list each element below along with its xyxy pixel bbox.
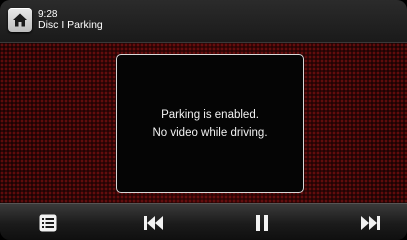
parking-message-box: Parking is enabled. No video while drivi… bbox=[116, 54, 304, 193]
source-label: Disc I Parking bbox=[38, 19, 103, 31]
previous-button[interactable] bbox=[124, 204, 184, 240]
pause-button[interactable] bbox=[232, 204, 292, 240]
home-icon bbox=[13, 13, 27, 27]
list-button[interactable] bbox=[18, 204, 78, 240]
status-text: 9:28 Disc I Parking bbox=[38, 9, 103, 31]
head-unit-screen: 9:28 Disc I Parking Parking is enabled. … bbox=[0, 0, 407, 240]
message-line-2: No video while driving. bbox=[152, 126, 268, 139]
playback-controls bbox=[0, 203, 407, 240]
message-line-1: Parking is enabled. bbox=[161, 108, 259, 121]
skip-next-icon bbox=[361, 215, 380, 230]
next-button[interactable] bbox=[340, 204, 400, 240]
video-area: Parking is enabled. No video while drivi… bbox=[0, 43, 407, 203]
pause-icon bbox=[256, 214, 268, 231]
list-icon bbox=[39, 214, 57, 231]
status-header: 9:28 Disc I Parking bbox=[0, 0, 407, 43]
home-button[interactable] bbox=[8, 8, 32, 32]
skip-previous-icon bbox=[144, 215, 163, 230]
